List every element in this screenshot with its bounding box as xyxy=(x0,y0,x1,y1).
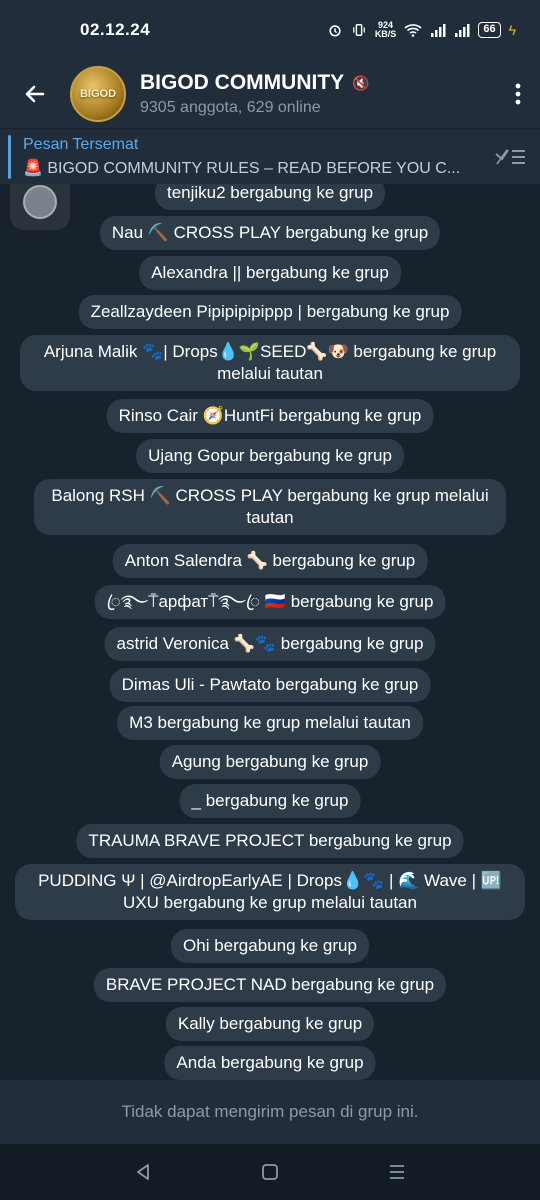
floating-assistive-button[interactable] xyxy=(10,184,70,230)
avatar-text: BIGOD xyxy=(79,88,117,100)
service-message: Kally bergabung ke grup xyxy=(165,1007,375,1041)
service-message: Agung bergabung ke grup xyxy=(159,745,381,779)
status-bar: 02.12.24 924 KB/S 66 ϟ xyxy=(0,0,540,60)
group-member-count: 9305 anggota, 629 online xyxy=(140,99,321,116)
group-avatar[interactable]: BIGOD xyxy=(70,66,126,122)
service-message: Alexandra || bergabung ke grup xyxy=(139,256,401,290)
more-vertical-icon xyxy=(515,83,521,105)
chat-area[interactable]: tenjiku2 bergabung ke grup Nau ⛏️ CROSS … xyxy=(0,184,540,1080)
assistive-dot xyxy=(23,185,57,219)
cannot-send-notice: Tidak dapat mengirim pesan di grup ini. xyxy=(121,1102,419,1121)
nav-back-icon[interactable] xyxy=(134,1163,152,1181)
status-icons: 924 KB/S 66 ϟ xyxy=(327,21,516,39)
back-arrow-icon xyxy=(25,85,45,103)
nav-home-icon[interactable] xyxy=(261,1163,279,1181)
service-message: M3 bergabung ke grup melalui tautan xyxy=(117,706,423,740)
service-message: Nau ⛏️ CROSS PLAY bergabung ke grup xyxy=(99,216,441,250)
back-button[interactable] xyxy=(0,60,70,128)
service-message: _ bergabung ke grup xyxy=(179,784,361,818)
service-message: Zeallzaydeen Pipipipipippp | bergabung k… xyxy=(78,295,462,329)
service-message: TRAUMA BRAVE PROJECT bergabung ke grup xyxy=(76,824,464,858)
service-message: Anton Salendra 🦴 bergabung ke grup xyxy=(112,544,428,578)
service-message: astrid Veronica 🦴🐾 bergabung ke grup xyxy=(104,627,436,661)
battery-indicator: 66 xyxy=(478,22,501,38)
service-message: Balong RSH ⛏️ CROSS PLAY bergabung ke gr… xyxy=(34,479,506,535)
muted-speaker-icon: 🔇 xyxy=(352,74,370,91)
vibrate-icon xyxy=(352,24,365,36)
service-message: Ujang Gopur bergabung ke grup xyxy=(136,439,404,473)
service-message: Arjuna Malik 🐾| Drops💧🌱SEED🦴🐶 bergabung … xyxy=(20,335,520,391)
unpin-list-icon xyxy=(495,148,525,164)
system-nav-bar xyxy=(0,1144,540,1200)
service-message: BRAVE PROJECT NAD bergabung ke grup xyxy=(93,968,447,1002)
pinned-indicator xyxy=(8,134,11,179)
alarm-icon xyxy=(329,25,341,37)
status-time: 02.12.24 xyxy=(80,20,151,39)
service-message: PUDDING Ψ | @AirdropEarlyAE | Drops💧🐾 | … xyxy=(15,864,525,920)
pinned-message-bar[interactable]: Pesan Tersemat 🚨 BIGOD COMMUNITY RULES –… xyxy=(0,128,540,184)
chat-header: BIGOD BIGOD COMMUNITY 🔇 9305 anggota, 62… xyxy=(0,60,540,128)
network-speed-unit: KB/S xyxy=(374,29,397,39)
signal-icon-2 xyxy=(455,24,470,37)
service-message: Ohi bergabung ke grup xyxy=(171,929,369,963)
service-message: Rinso Cair 🧭HuntFi bergabung ke grup xyxy=(106,399,434,433)
group-info[interactable]: BIGOD COMMUNITY 🔇 9305 anggota, 629 onli… xyxy=(140,71,496,117)
service-message: ꦿ࿐⍑арфат⍑࿐ꦿ 🇷🇺 bergabung ke grup xyxy=(94,585,446,619)
input-disabled-bar: Tidak dapat mengirim pesan di grup ini. xyxy=(0,1080,540,1144)
group-title: BIGOD COMMUNITY xyxy=(140,71,345,94)
wifi-icon xyxy=(404,24,422,37)
nav-recents-icon[interactable] xyxy=(388,1163,406,1181)
pinned-label: Pesan Tersemat xyxy=(23,135,139,153)
pinned-message-text: 🚨 BIGOD COMMUNITY RULES – READ BEFORE YO… xyxy=(23,159,461,177)
more-menu-button[interactable] xyxy=(496,64,540,124)
unpin-list-button[interactable] xyxy=(480,129,540,185)
service-message: tenjiku2 bergabung ke grup xyxy=(154,184,386,210)
service-message: Anda bergabung ke grup xyxy=(164,1046,376,1080)
network-speed: 924 KB/S xyxy=(375,21,397,39)
signal-icon-1 xyxy=(431,24,446,37)
charging-icon: ϟ xyxy=(508,22,516,38)
service-message: Dimas Uli - Pawtato bergabung ke grup xyxy=(109,668,431,702)
